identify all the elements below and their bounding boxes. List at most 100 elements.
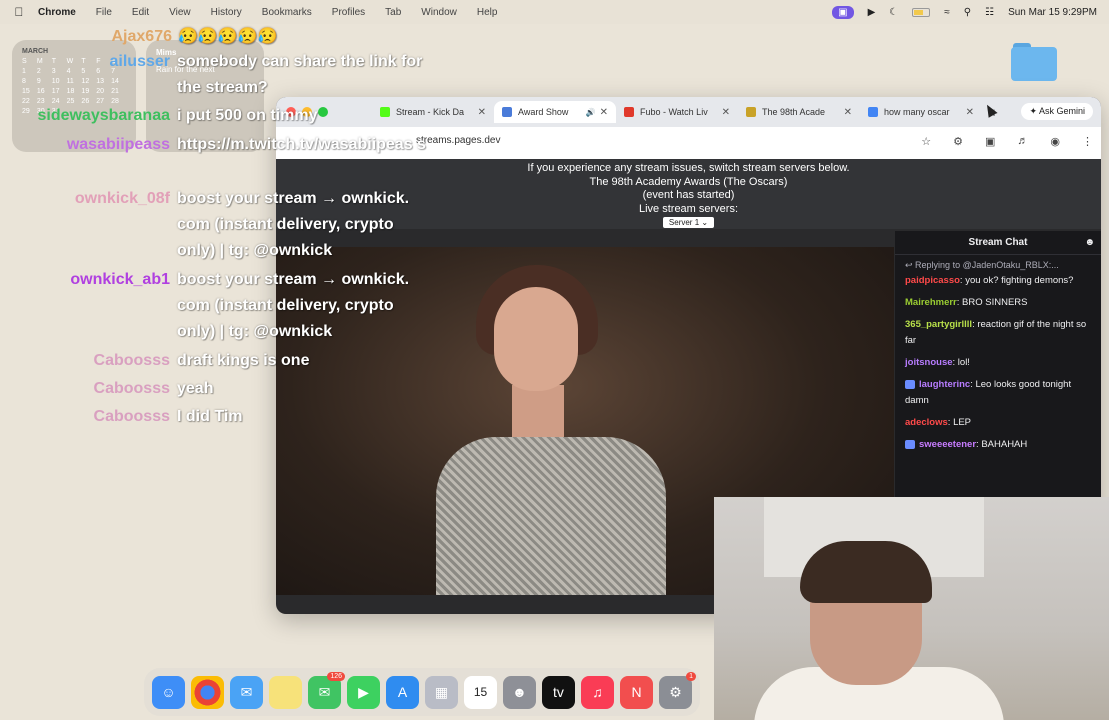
dark-mode-icon[interactable]: ☾ <box>889 7 898 18</box>
apple-tv-icon[interactable]: tv <box>542 675 575 709</box>
menu-window[interactable]: Window <box>421 7 457 18</box>
tab-google-search[interactable]: how many oscar ✕ <box>860 101 982 123</box>
chat-users-icon[interactable]: ☻ <box>1084 237 1095 248</box>
media-control-icon[interactable]: ♬ <box>1017 135 1028 148</box>
spotlight-search-icon[interactable]: ⚲ <box>964 7 971 18</box>
overlay-chat-text: I did Tim <box>177 408 243 425</box>
kick-icon <box>380 107 390 117</box>
menu-history[interactable]: History <box>211 7 242 18</box>
calendar-day: 21 <box>111 88 119 95</box>
ask-gemini-button[interactable]: ✦ Ask Gemini <box>1021 103 1093 120</box>
tab-kick-stream[interactable]: Stream - Kick Da ✕ <box>372 101 494 123</box>
chat-title: Stream Chat <box>968 237 1028 248</box>
audio-playing-icon[interactable]: 🔊 <box>586 108 596 117</box>
page-icon <box>502 107 512 117</box>
calendar-day: 16 <box>36 88 45 95</box>
server-select[interactable]: Server 1 ⌄ <box>662 217 715 228</box>
settings-badge: 1 <box>686 671 696 681</box>
battery-icon[interactable] <box>912 7 931 17</box>
calendar-icon[interactable]: 15 <box>464 675 497 709</box>
google-icon <box>868 107 878 117</box>
menu-bar:  Chrome File Edit View History Bookmark… <box>0 0 1109 24</box>
chat-message: laughterinc: Leo looks good tonight damn <box>905 379 1072 406</box>
overlay-chat-text: draft kings is one <box>177 352 310 369</box>
music-icon[interactable]: ♫ <box>581 675 614 709</box>
apple-menu-icon[interactable]:  <box>0 5 38 19</box>
close-tab-icon[interactable]: ✕ <box>722 107 730 118</box>
banner-line-1: If you experience any stream issues, swi… <box>527 162 850 174</box>
contacts-icon[interactable]: ☻ <box>503 675 536 709</box>
chat-header: Stream Chat ☻ <box>895 231 1101 255</box>
cast-icon[interactable]: ▣ <box>985 135 995 148</box>
chat-username[interactable]: Mairehmerr <box>905 297 957 308</box>
finder-icon[interactable]: ☺ <box>152 675 185 709</box>
app-menu-chrome[interactable]: Chrome <box>38 7 76 18</box>
calendar-day: 15 <box>22 88 30 95</box>
chat-text: BAHAHAH <box>981 439 1028 450</box>
chat-username[interactable]: joitsnouse <box>905 357 953 368</box>
app-store-icon[interactable]: A <box>386 675 419 709</box>
more-menu-icon[interactable]: ⋮ <box>1082 135 1093 148</box>
chat-message: joitsnouse: lol! <box>905 357 970 368</box>
overlay-chat-username: sidewaysbaranaa <box>37 107 170 124</box>
notes-icon[interactable] <box>269 675 302 709</box>
menubar-clock[interactable]: Sun Mar 15 9:29PM <box>1008 7 1097 18</box>
overlay-chat-username: ownkick_08f <box>74 190 170 207</box>
chat-message: Mairehmerr: BRO SINNERS <box>905 297 1028 308</box>
calendar-day: 1 <box>22 68 26 75</box>
desktop-folder-icon[interactable] <box>1011 43 1057 81</box>
calendar-day: 20 <box>96 88 105 95</box>
menu-help[interactable]: Help <box>477 7 498 18</box>
overlay-chat-text: boost your stream → ownkick. com (instan… <box>177 190 410 259</box>
overlay-chat-text: yeah <box>177 380 214 397</box>
profile-avatar-icon[interactable]: ◉ <box>1050 135 1060 148</box>
menu-bookmarks[interactable]: Bookmarks <box>262 7 312 18</box>
chat-username[interactable]: sweeeetener <box>919 439 976 450</box>
calendar-day: 19 <box>81 88 90 95</box>
tab-bar: Stream - Kick Da ✕ Award Show 🔊 ✕ Fubo -… <box>276 97 1101 127</box>
launchpad-icon[interactable]: ▦ <box>425 675 458 709</box>
tab-award-show[interactable]: Award Show 🔊 ✕ <box>494 101 616 123</box>
screen-share-icon[interactable]: ▣ <box>832 5 854 19</box>
chat-text: LEP <box>953 417 972 428</box>
chat-username[interactable]: laughterinc <box>919 379 970 390</box>
overlay-chat-username: Caboosss <box>93 352 170 369</box>
extensions-icon[interactable]: ⚙ <box>953 135 963 148</box>
menu-profiles[interactable]: Profiles <box>332 7 365 18</box>
menu-view[interactable]: View <box>169 7 191 18</box>
calendar-day: 14 <box>111 78 119 85</box>
close-tab-icon[interactable]: ✕ <box>844 107 852 118</box>
subscriber-badge-icon <box>905 439 915 449</box>
chat-text: BRO SINNERS <box>962 297 1028 308</box>
facetime-icon[interactable]: ▶ <box>347 675 380 709</box>
overlay-chat-text: somebody can share the link for the stre… <box>177 53 423 96</box>
system-settings-icon[interactable]: ⚙ 1 <box>659 671 696 709</box>
menu-file[interactable]: File <box>96 7 112 18</box>
bookmark-star-icon[interactable]: ☆ <box>921 135 931 148</box>
tab-fubo[interactable]: Fubo - Watch Liv ✕ <box>616 101 738 123</box>
chrome-icon[interactable] <box>191 675 224 709</box>
overlay-chat-username: wasabiipeass <box>66 136 170 153</box>
control-center-icon[interactable]: ☷ <box>985 7 994 18</box>
chat-message: ↩ Replying to @JadenOtaku_RBLX:... paidp… <box>905 260 1074 286</box>
fubo-icon <box>624 107 634 117</box>
close-tab-icon[interactable]: ✕ <box>966 107 974 118</box>
chat-username[interactable]: paidpicasso <box>905 275 960 286</box>
menu-edit[interactable]: Edit <box>132 7 149 18</box>
messages-icon[interactable]: ✉ 126 <box>308 671 345 709</box>
wifi-icon[interactable]: ≈ <box>944 7 950 18</box>
menu-tab[interactable]: Tab <box>385 7 401 18</box>
chat-message-list[interactable]: ↩ Replying to @JadenOtaku_RBLX:... paidp… <box>895 255 1101 461</box>
play-icon[interactable]: ▶ <box>868 7 876 18</box>
chat-message: 365_partygirllll: reaction gif of the ni… <box>905 319 1087 346</box>
chat-message: sweeeetener: BAHAHAH <box>905 437 1091 453</box>
close-tab-icon[interactable]: ✕ <box>478 107 486 118</box>
mail-icon[interactable]: ✉ <box>230 675 263 709</box>
close-tab-icon[interactable]: ✕ <box>600 107 608 118</box>
calendar-day: 17 <box>51 88 60 95</box>
news-icon[interactable]: N <box>620 675 653 709</box>
chat-username[interactable]: 365_partygirllll <box>905 319 972 330</box>
chat-username[interactable]: adeclows <box>905 417 948 428</box>
calendar-day: 12 <box>81 78 90 85</box>
tab-academy-awards[interactable]: The 98th Acade ✕ <box>738 101 860 123</box>
